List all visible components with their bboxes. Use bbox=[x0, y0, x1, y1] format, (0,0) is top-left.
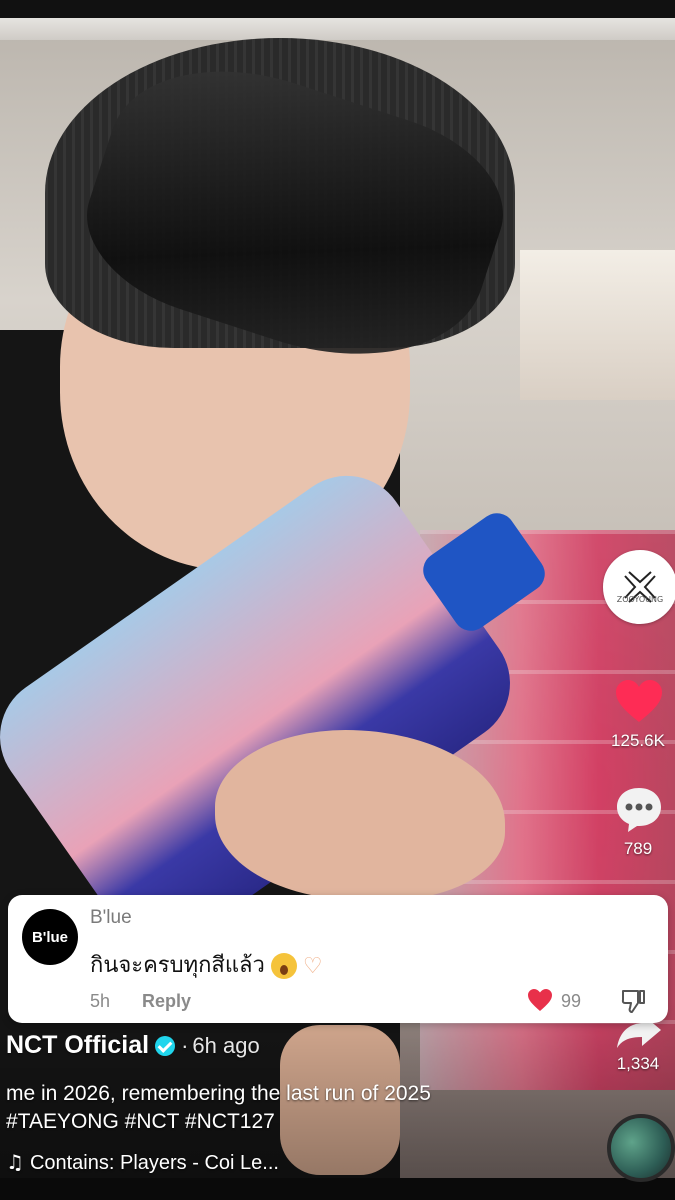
like-count: 125.6K bbox=[611, 731, 665, 750]
comment-text: กินจะครบทุกสีแล้ว bbox=[90, 953, 265, 978]
dislike-icon[interactable] bbox=[620, 988, 646, 1014]
reply-button[interactable]: Reply bbox=[142, 991, 191, 1012]
sound-disc[interactable] bbox=[607, 1114, 675, 1182]
top-edge bbox=[0, 0, 675, 18]
video-feed-screen: ZOOYOUNG 125.6K 789 1,334 B'lue B'lue กิ… bbox=[0, 0, 675, 1200]
comment-time: 5h bbox=[90, 991, 111, 1011]
comment-bubble-icon bbox=[617, 788, 661, 832]
profile-logo-text: ZOOYOUNG bbox=[616, 595, 664, 604]
comment-like-count: 99 bbox=[561, 991, 582, 1011]
music-info[interactable]: ♫ Contains: Players - Coi Le... bbox=[6, 1150, 279, 1175]
separator-dot: · bbox=[181, 1033, 189, 1058]
background-window bbox=[520, 250, 675, 400]
commenter-avatar[interactable]: B'lue bbox=[22, 909, 78, 965]
post-author-row: NCT Official · 6h ago bbox=[6, 1031, 260, 1060]
caption-hashtags[interactable]: #TAEYONG #NCT #NCT127 bbox=[6, 1108, 596, 1136]
pinned-comment-card[interactable]: B'lue B'lue กินจะครบทุกสีแล้ว ♡ 5h Reply … bbox=[8, 895, 668, 1023]
heart-icon bbox=[616, 680, 662, 722]
comment-text-row: กินจะครบทุกสีแล้ว ♡ bbox=[90, 947, 323, 982]
comment-like-heart-icon[interactable] bbox=[527, 988, 553, 1012]
shocked-face-emoji-icon bbox=[270, 953, 297, 979]
author-name[interactable]: NCT Official bbox=[6, 1031, 149, 1059]
shelf-edge bbox=[0, 18, 675, 40]
caption-line-1: me in 2026, remembering the last run of … bbox=[6, 1082, 431, 1105]
heart-hands-emoji-icon: ♡ bbox=[302, 953, 323, 979]
music-title: Contains: Players - Coi Le... bbox=[29, 1152, 279, 1174]
verified-badge-icon bbox=[155, 1036, 176, 1057]
like-button[interactable] bbox=[614, 677, 664, 725]
bottom-edge bbox=[0, 1178, 675, 1200]
post-time: 6h ago bbox=[192, 1033, 260, 1058]
commenter-avatar-label: B'lue bbox=[31, 928, 69, 946]
creator-profile-button[interactable]: ZOOYOUNG bbox=[603, 550, 675, 624]
share-count: 1,334 bbox=[616, 1054, 660, 1073]
commenter-username[interactable]: B'lue bbox=[90, 907, 132, 929]
post-caption[interactable]: me in 2026, remembering the last run of … bbox=[6, 1080, 596, 1136]
comment-count: 789 bbox=[623, 839, 653, 858]
music-note-icon: ♫ bbox=[6, 1150, 24, 1174]
comment-button[interactable] bbox=[614, 785, 664, 835]
